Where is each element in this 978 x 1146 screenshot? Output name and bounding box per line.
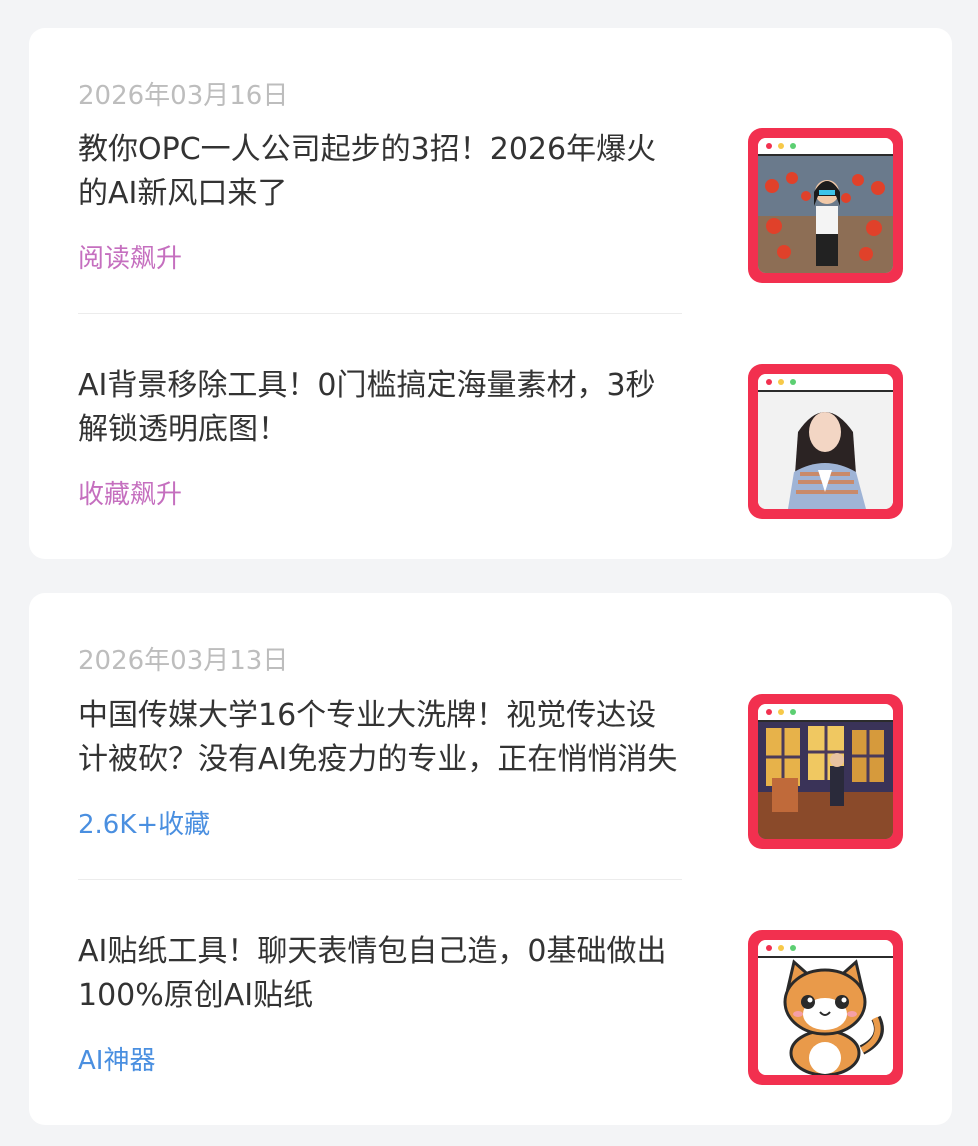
- article-thumbnail[interactable]: [748, 930, 903, 1085]
- window-bar-icon: [758, 374, 893, 392]
- group-date: 2026年03月13日: [78, 646, 289, 676]
- article-group-card: 2026年03月16日 教你OPC一人公司起步的3招！2026年爆火的AI新风口…: [29, 28, 952, 559]
- group-date: 2026年03月16日: [78, 81, 289, 111]
- article-item[interactable]: AI贴纸工具！聊天表情包自己造，0基础做出100%原创AI贴纸 AI神器: [78, 930, 903, 1085]
- divider: [78, 879, 682, 880]
- article-thumbnail[interactable]: [748, 364, 903, 519]
- article-thumbnail[interactable]: [748, 694, 903, 849]
- article-title[interactable]: 中国传媒大学16个专业大洗牌！视觉传达设计被砍？没有AI免疫力的专业，正在悄悄消…: [78, 694, 682, 782]
- article-tag: 阅读飙升: [78, 244, 183, 274]
- article-item[interactable]: 中国传媒大学16个专业大洗牌！视觉传达设计被砍？没有AI免疫力的专业，正在悄悄消…: [78, 694, 903, 849]
- window-bar-icon: [758, 704, 893, 722]
- article-thumbnail[interactable]: [748, 128, 903, 283]
- article-title[interactable]: AI贴纸工具！聊天表情包自己造，0基础做出100%原创AI贴纸: [78, 930, 682, 1018]
- art-studio-painting-icon: [758, 722, 893, 839]
- portrait-woman-cutout-icon: [758, 392, 893, 509]
- office-woman-illustration-icon: [758, 156, 893, 273]
- article-title[interactable]: 教你OPC一人公司起步的3招！2026年爆火的AI新风口来了: [78, 128, 682, 216]
- divider: [78, 313, 682, 314]
- article-title[interactable]: AI背景移除工具！0门槛搞定海量素材，3秒解锁透明底图！: [78, 364, 682, 452]
- window-bar-icon: [758, 138, 893, 156]
- article-item[interactable]: AI背景移除工具！0门槛搞定海量素材，3秒解锁透明底图！ 收藏飙升: [78, 364, 903, 519]
- article-group-card: 2026年03月13日 中国传媒大学16个专业大洗牌！视觉传达设计被砍？没有AI…: [29, 593, 952, 1125]
- article-tag: 2.6K+收藏: [78, 810, 211, 840]
- article-tag: AI神器: [78, 1046, 156, 1076]
- window-bar-icon: [758, 940, 893, 958]
- article-tag: 收藏飙升: [78, 480, 183, 510]
- article-item[interactable]: 教你OPC一人公司起步的3招！2026年爆火的AI新风口来了 阅读飙升: [78, 128, 903, 283]
- cartoon-cat-sticker-icon: [758, 958, 893, 1075]
